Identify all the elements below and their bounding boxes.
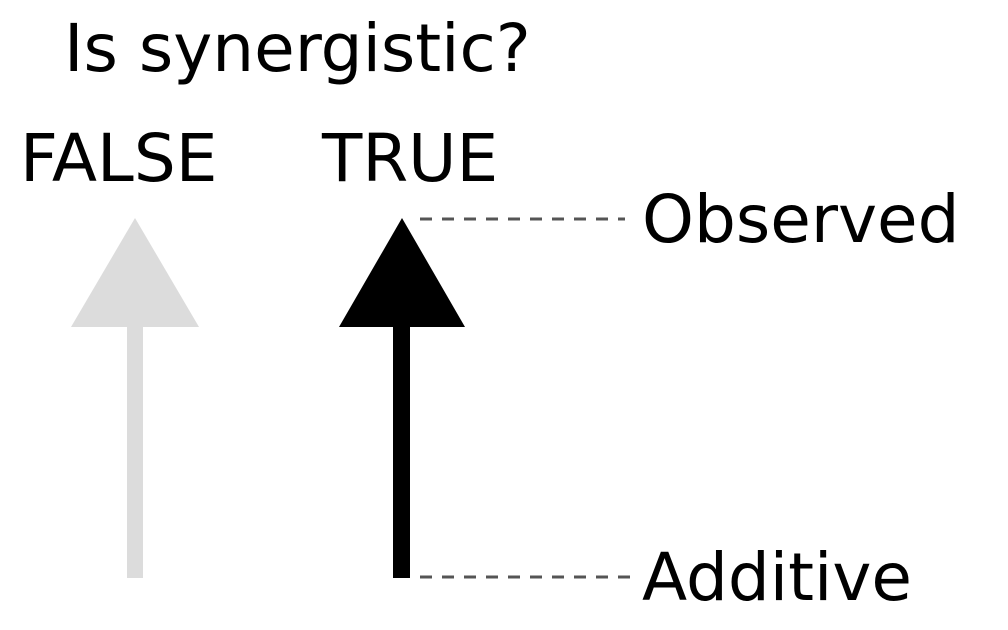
arrow-diagram	[71, 217, 630, 579]
true-arrow-icon	[339, 218, 465, 578]
false-arrow-head	[71, 218, 199, 327]
true-arrow-head	[339, 218, 465, 327]
true-arrow-shaft	[393, 324, 410, 578]
false-arrow-icon	[71, 218, 199, 578]
false-arrow-shaft	[127, 324, 143, 578]
synergy-legend: Is synergistic? FALSE TRUE Observed Addi…	[0, 0, 1008, 630]
